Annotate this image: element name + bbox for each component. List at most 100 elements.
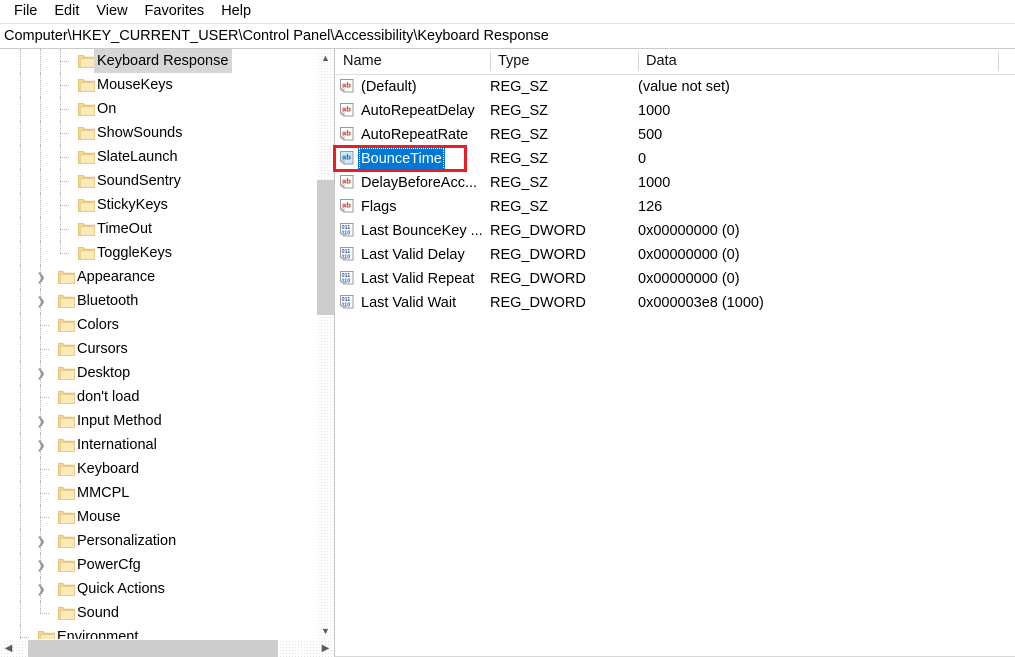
scroll-up-icon[interactable]: ▲ bbox=[317, 49, 334, 66]
tree-item-showsounds[interactable]: ShowSounds bbox=[0, 121, 334, 145]
value-name[interactable]: AutoRepeatRate bbox=[361, 123, 468, 147]
value-name[interactable]: Last Valid Wait bbox=[361, 291, 456, 315]
menu-help[interactable]: Help bbox=[213, 1, 260, 22]
menu-view[interactable]: View bbox=[88, 1, 136, 22]
tree-item-stickykeys[interactable]: StickyKeys bbox=[0, 193, 334, 217]
tree-item-soundsentry[interactable]: SoundSentry bbox=[0, 169, 334, 193]
values-list[interactable]: ab (Default) REG_SZ (value not set) ab AutoRe… bbox=[335, 75, 1015, 657]
value-type: REG_DWORD bbox=[490, 247, 586, 263]
tree-item-label: International bbox=[77, 437, 157, 453]
table-row[interactable]: ab BounceTime REG_SZ 0 bbox=[335, 147, 1015, 171]
tree-item-input-method[interactable]: ❯ Input Method bbox=[0, 409, 334, 433]
tree-guide-line bbox=[20, 361, 21, 385]
tree-guide-line bbox=[20, 481, 21, 505]
tree-guide-line bbox=[60, 205, 69, 206]
tree-item-don-t-load[interactable]: don't load bbox=[0, 385, 334, 409]
chevron-right-icon[interactable]: ❯ bbox=[33, 409, 49, 433]
folder-icon bbox=[58, 486, 75, 500]
value-name[interactable]: Last BounceKey ... bbox=[361, 219, 483, 243]
table-row[interactable]: 011 110 Last BounceKey ... REG_DWORD 0x00000… bbox=[335, 219, 1015, 243]
scroll-right-icon[interactable]: ▶ bbox=[317, 640, 334, 657]
tree-guide-line bbox=[40, 73, 41, 97]
scroll-left-icon[interactable]: ◀ bbox=[0, 640, 17, 657]
tree-guide-line bbox=[20, 289, 21, 313]
tree-guide-line bbox=[20, 217, 21, 241]
value-name[interactable]: (Default) bbox=[361, 75, 417, 99]
value-name[interactable]: Last Valid Repeat bbox=[361, 267, 474, 291]
tree-item-cursors[interactable]: Cursors bbox=[0, 337, 334, 361]
table-row[interactable]: 011 110 Last Valid Wait REG_DWORD 0x000003e8… bbox=[335, 291, 1015, 315]
tree-horizontal-scroll-thumb[interactable] bbox=[28, 640, 278, 657]
tree-guide-line bbox=[20, 121, 21, 145]
address-bar[interactable]: Computer\HKEY_CURRENT_USER\Control Panel… bbox=[0, 24, 1015, 49]
value-name[interactable]: AutoRepeatDelay bbox=[361, 99, 475, 123]
tree-guide-line bbox=[60, 157, 69, 158]
string-value-icon: ab bbox=[339, 198, 358, 216]
address-bar-path: Computer\HKEY_CURRENT_USER\Control Panel… bbox=[4, 28, 549, 44]
scroll-down-icon[interactable]: ▼ bbox=[317, 622, 334, 639]
tree-guide-line bbox=[20, 601, 21, 625]
value-name[interactable]: DelayBeforeAcc... bbox=[361, 171, 477, 195]
value-name[interactable]: Flags bbox=[361, 195, 396, 219]
tree-item-mousekeys[interactable]: MouseKeys bbox=[0, 73, 334, 97]
tree-item-mouse[interactable]: Mouse bbox=[0, 505, 334, 529]
folder-icon bbox=[78, 174, 95, 188]
menu-file[interactable]: File bbox=[6, 1, 46, 22]
tree-item-label: don't load bbox=[77, 389, 140, 405]
chevron-right-icon[interactable]: ❯ bbox=[33, 529, 49, 553]
tree-horizontal-scrollbar[interactable]: ◀ ▶ bbox=[0, 639, 334, 657]
table-row[interactable]: ab (Default) REG_SZ (value not set) bbox=[335, 75, 1015, 99]
table-row[interactable]: ab Flags REG_SZ 126 bbox=[335, 195, 1015, 219]
tree-item-label: Bluetooth bbox=[77, 293, 139, 309]
value-name[interactable]: Last Valid Delay bbox=[361, 243, 465, 267]
tree-item-bluetooth[interactable]: ❯ Bluetooth bbox=[0, 289, 334, 313]
tree-guide-line bbox=[40, 577, 41, 601]
table-row[interactable]: 011 110 Last Valid Repeat REG_DWORD 0x000000… bbox=[335, 267, 1015, 291]
tree-item-keyboard-response[interactable]: Keyboard Response bbox=[0, 49, 334, 73]
tree-item-personalization[interactable]: ❯ Personalization bbox=[0, 529, 334, 553]
tree-guide-line bbox=[20, 553, 21, 577]
value-type: REG_SZ bbox=[490, 103, 549, 119]
chevron-right-icon[interactable]: ❯ bbox=[33, 553, 49, 577]
column-header-name[interactable]: Name bbox=[335, 49, 490, 74]
tree-item-slatelaunch[interactable]: SlateLaunch bbox=[0, 145, 334, 169]
table-row[interactable]: ab DelayBeforeAcc... REG_SZ 1000 bbox=[335, 171, 1015, 195]
tree-item-desktop[interactable]: ❯ Desktop bbox=[0, 361, 334, 385]
folder-icon bbox=[58, 558, 75, 572]
chevron-right-icon[interactable]: ❯ bbox=[33, 361, 49, 385]
tree-item-togglekeys[interactable]: ToggleKeys bbox=[0, 241, 334, 265]
value-data: 0x00000000 (0) bbox=[638, 223, 740, 239]
table-row[interactable]: 011 110 Last Valid Delay REG_DWORD 0x0000000… bbox=[335, 243, 1015, 267]
tree-item-mmcpl[interactable]: MMCPL bbox=[0, 481, 334, 505]
chevron-right-icon[interactable]: ❯ bbox=[33, 265, 49, 289]
tree-item-appearance[interactable]: ❯ Appearance bbox=[0, 265, 334, 289]
tree-item-colors[interactable]: Colors bbox=[0, 313, 334, 337]
tree-vertical-scroll-thumb[interactable] bbox=[317, 180, 334, 315]
value-data: 0x00000000 (0) bbox=[638, 247, 740, 263]
chevron-right-icon[interactable]: ❯ bbox=[33, 433, 49, 457]
tree-item-environment[interactable]: Environment bbox=[0, 625, 334, 639]
table-row[interactable]: ab AutoRepeatDelay REG_SZ 1000 bbox=[335, 99, 1015, 123]
tree-item-label: SoundSentry bbox=[97, 173, 181, 189]
chevron-right-icon[interactable]: ❯ bbox=[33, 577, 49, 601]
tree-vertical-scrollbar[interactable]: ▲ ▼ bbox=[316, 49, 334, 639]
chevron-right-icon[interactable]: ❯ bbox=[33, 289, 49, 313]
column-header-data[interactable]: Data bbox=[638, 49, 677, 74]
tree-item-powercfg[interactable]: ❯ PowerCfg bbox=[0, 553, 334, 577]
tree-item-international[interactable]: ❯ International bbox=[0, 433, 334, 457]
tree-item-timeout[interactable]: TimeOut bbox=[0, 217, 334, 241]
menu-favorites[interactable]: Favorites bbox=[137, 1, 214, 22]
tree-guide-line bbox=[40, 469, 49, 470]
tree-item-keyboard[interactable]: Keyboard bbox=[0, 457, 334, 481]
tree-item-on[interactable]: On bbox=[0, 97, 334, 121]
column-header-type[interactable]: Type bbox=[490, 49, 638, 74]
tree-item-quick-actions[interactable]: ❯ Quick Actions bbox=[0, 577, 334, 601]
tree-item-sound[interactable]: Sound bbox=[0, 601, 334, 625]
registry-tree[interactable]: Keyboard Response MouseKeys On ShowSounds Sl… bbox=[0, 49, 334, 639]
menu-edit[interactable]: Edit bbox=[46, 1, 88, 22]
table-row[interactable]: ab AutoRepeatRate REG_SZ 500 bbox=[335, 123, 1015, 147]
value-name[interactable]: BounceTime bbox=[358, 147, 445, 171]
tree-guide-line bbox=[60, 133, 69, 134]
svg-text:ab: ab bbox=[342, 177, 351, 186]
tree-guide-line bbox=[40, 433, 41, 457]
